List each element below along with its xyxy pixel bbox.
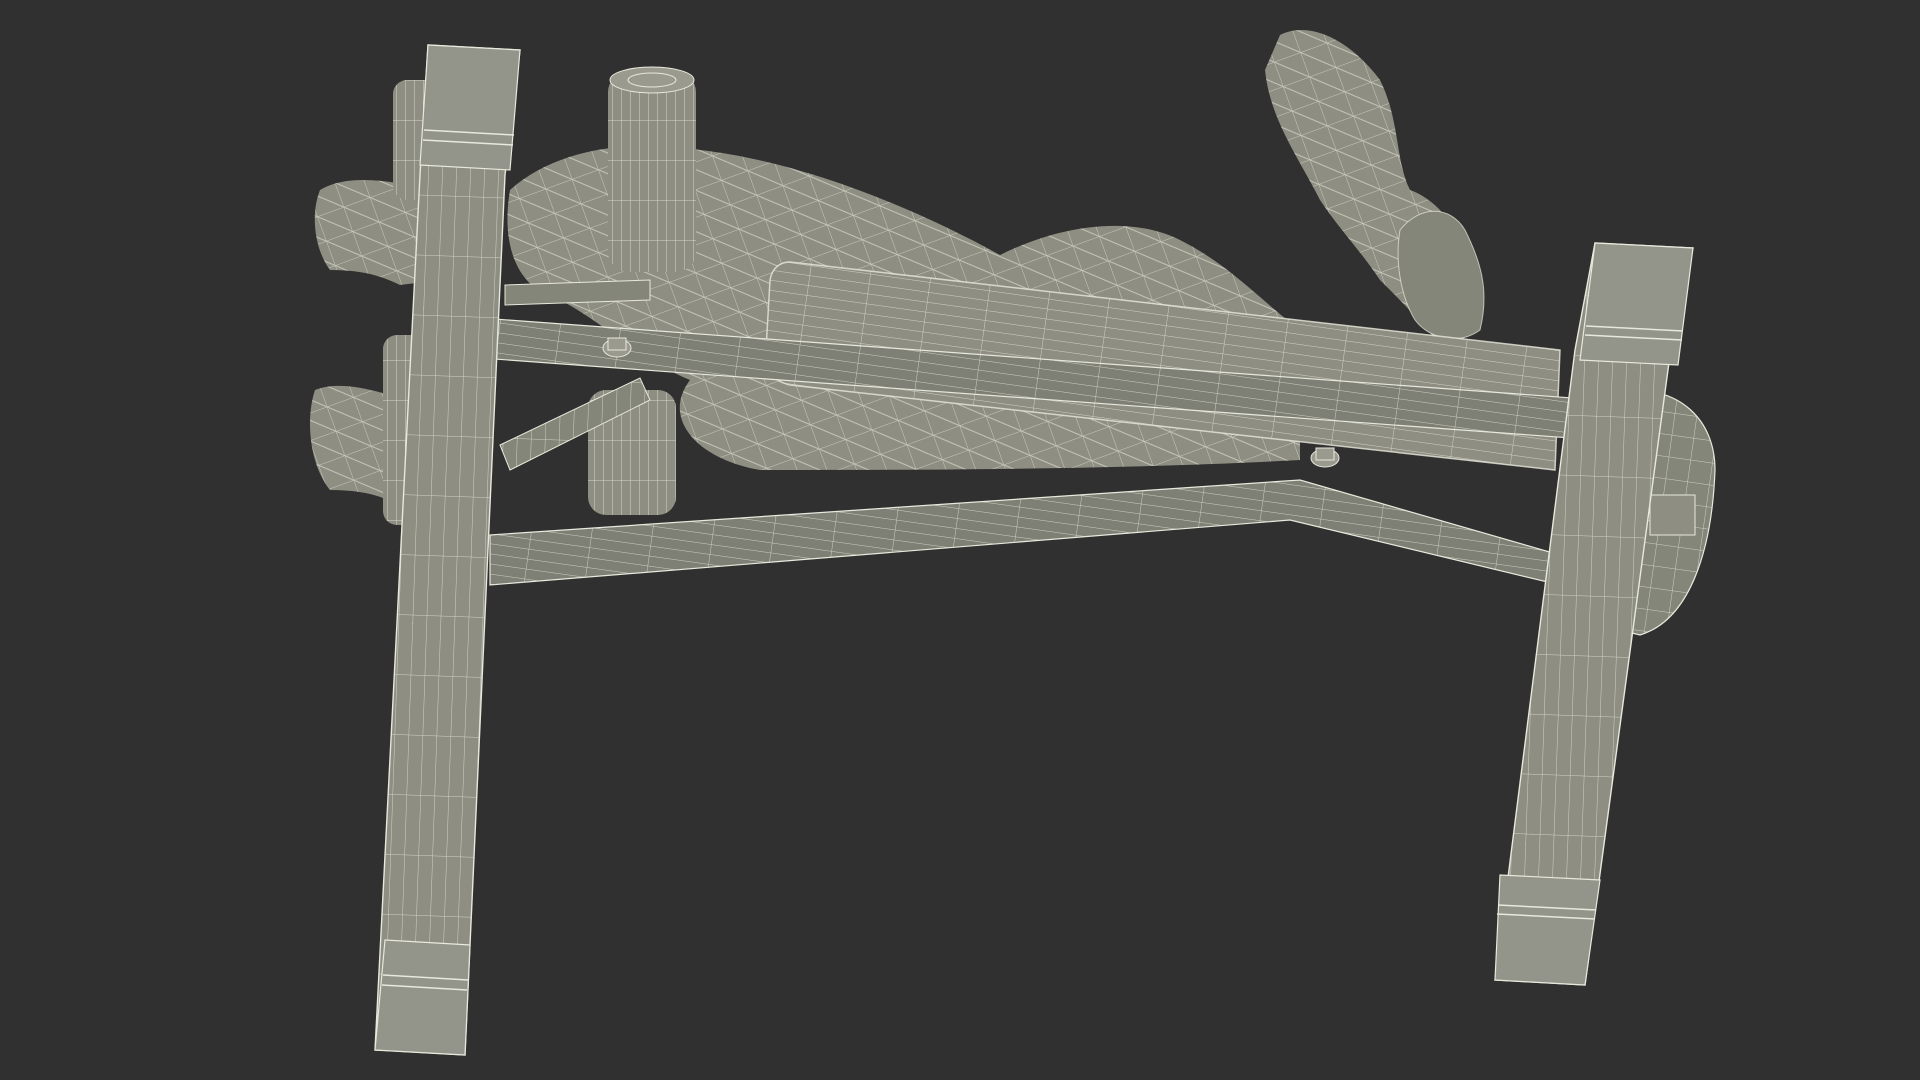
leg-left-cap-bottom — [374, 939, 471, 1056]
wireframe-render — [310, 30, 1716, 1056]
leg-right-cap-bottom — [1494, 874, 1601, 986]
figure-hand — [1397, 210, 1485, 340]
leg-left-cap-top — [419, 44, 521, 171]
render-viewport — [0, 0, 1920, 1080]
leg-right-cap-top — [1579, 242, 1694, 366]
roller-cap-top — [609, 66, 695, 94]
